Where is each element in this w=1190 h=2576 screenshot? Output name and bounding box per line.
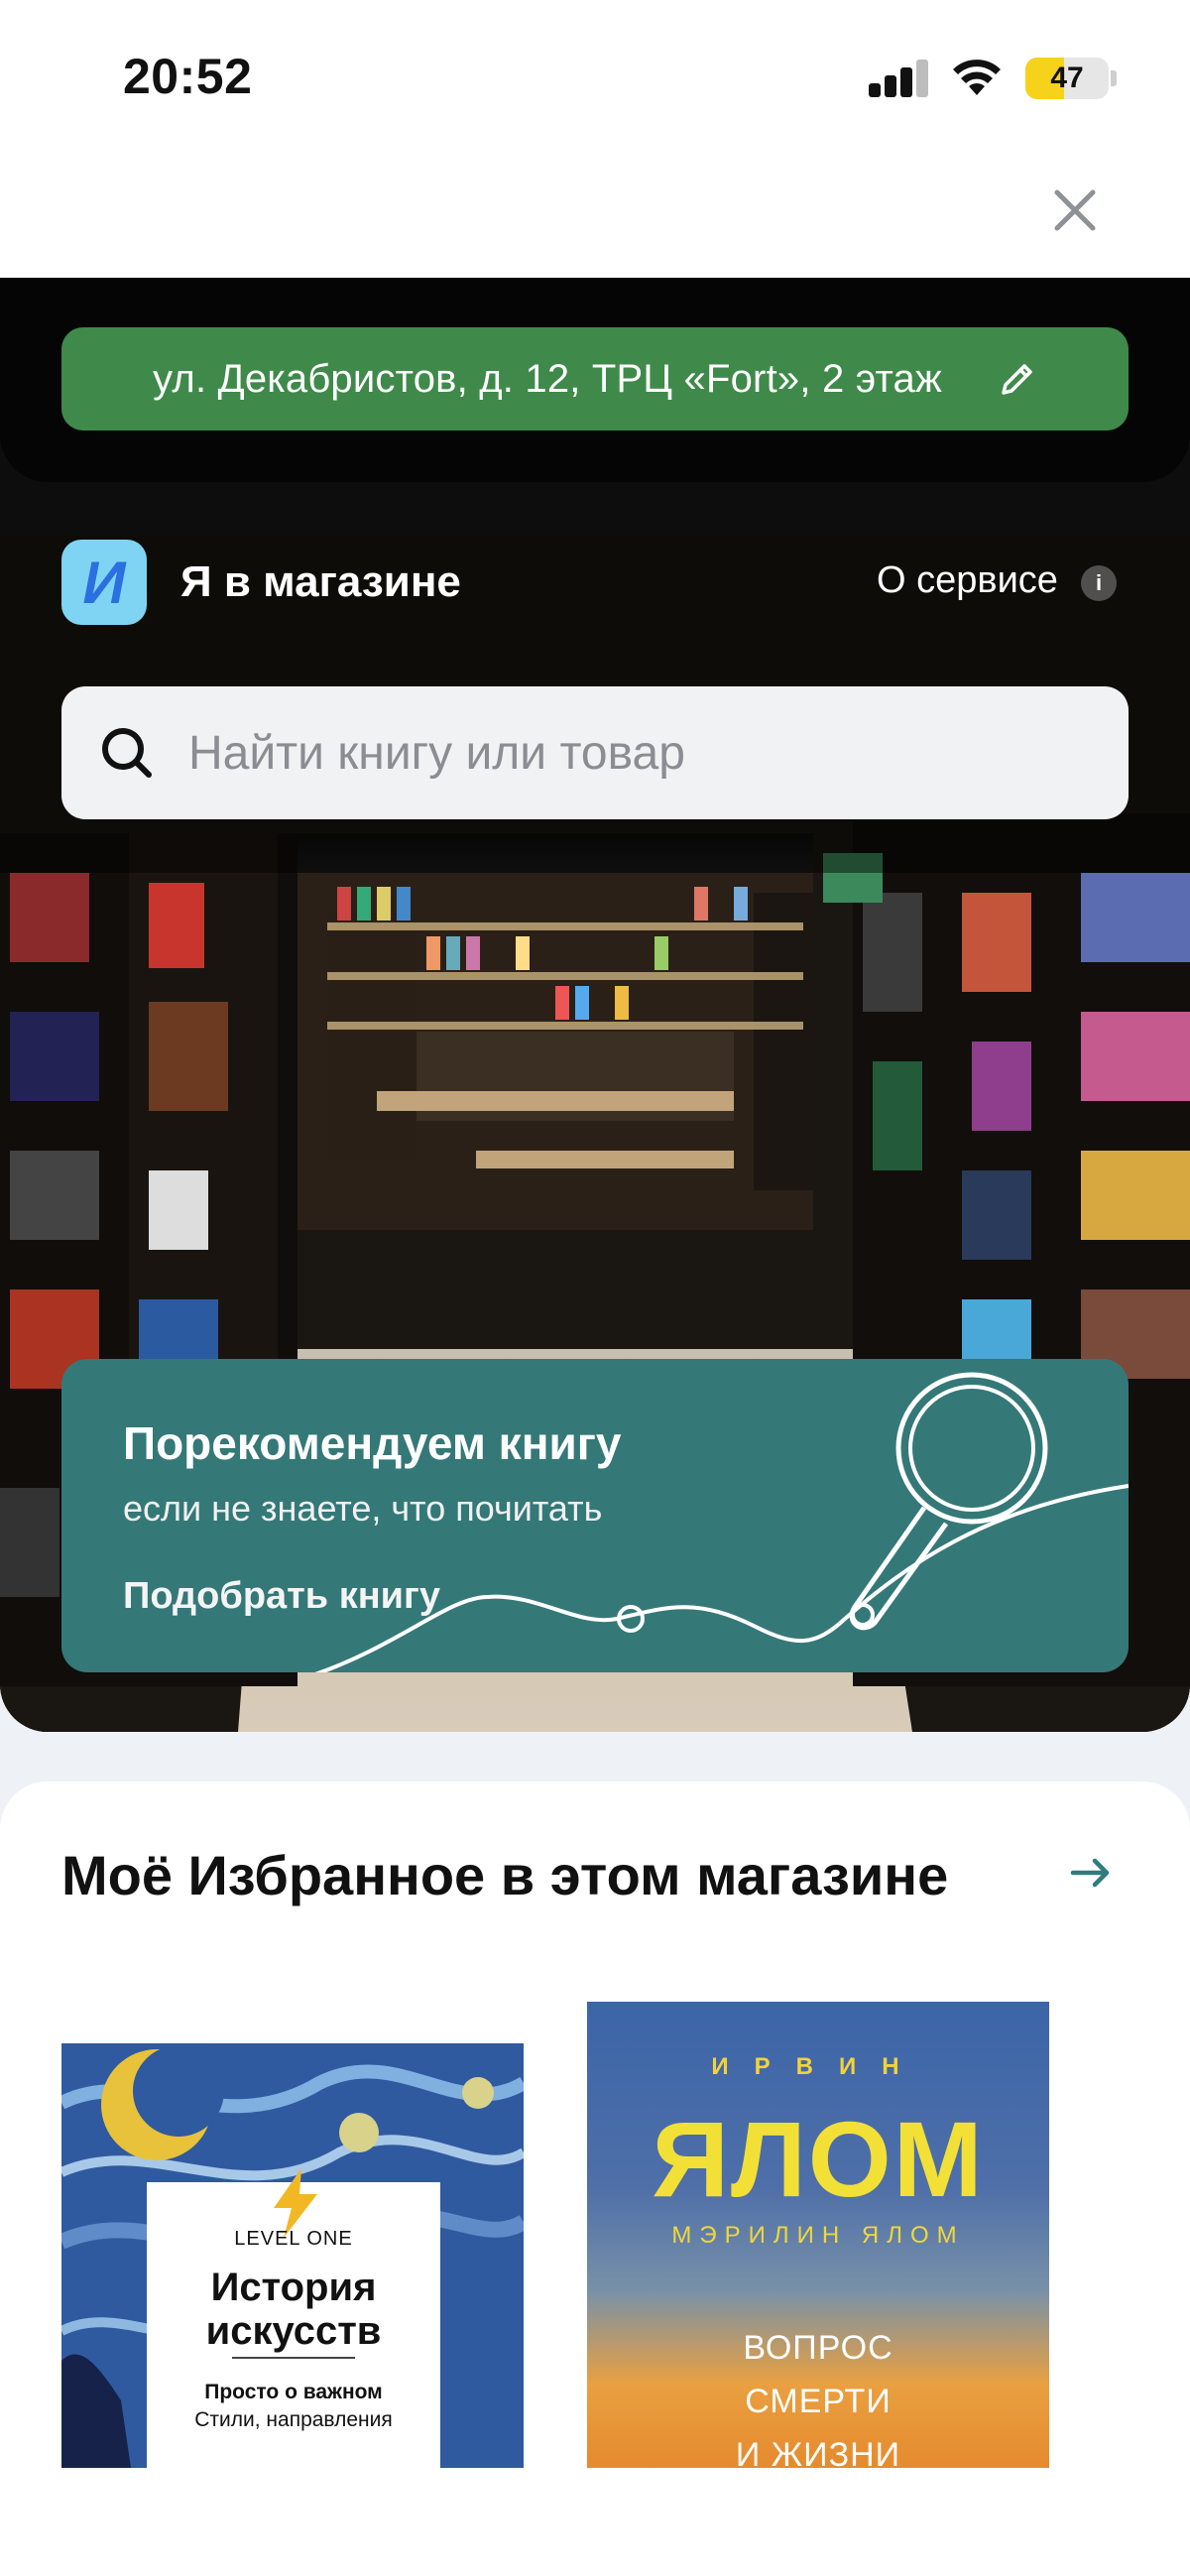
divider [232, 2357, 355, 2359]
pencil-icon [1002, 364, 1032, 395]
promo-title: Порекомендуем книгу [123, 1417, 622, 1469]
book-subtitle-line-3: И ЖИЗНИ [735, 2436, 901, 2468]
search-icon [102, 728, 152, 778]
close-icon[interactable] [1043, 179, 1107, 242]
store-address-button[interactable]: ул. Декабристов, д. 12, ТРЦ «Fort», 2 эт… [61, 327, 1129, 430]
battery-level: 47 [1050, 61, 1084, 94]
signal-icon [869, 60, 930, 97]
pick-book-link[interactable]: Подобрать книгу [123, 1575, 440, 1618]
store-logo-letter: И [82, 549, 126, 616]
battery-nub [1111, 70, 1117, 86]
app-screen: 20:52 47 ул. Декабристов, д. 12, ТРЦ «Fo… [0, 0, 1190, 2576]
book-title-line-1: История [210, 2266, 377, 2309]
store-address: ул. Декабристов, д. 12, ТРЦ «Fort», 2 эт… [153, 356, 942, 401]
store-hero: ул. Декабристов, д. 12, ТРЦ «Fort», 2 эт… [0, 278, 1190, 1732]
top-bar [0, 149, 1190, 278]
wifi-icon [953, 60, 1001, 95]
arrow-right-icon[interactable] [1069, 1851, 1113, 1895]
book-title: История искусств [147, 2266, 440, 2353]
book-cover-yalom[interactable]: ИРВИН ЯЛОМ МЭРИЛИН ЯЛОМ ВОПРОС СМЕРТИ И … [587, 2002, 1049, 2468]
book-cover-label: LEVEL ONE История искусств Просто о важн… [147, 2168, 440, 2468]
address-panel: ул. Декабристов, д. 12, ТРЦ «Fort», 2 эт… [0, 278, 1190, 482]
status-bar: 20:52 47 [0, 0, 1190, 149]
store-logo: И [61, 540, 147, 625]
book-subtitle-2: Стили, направления [194, 2408, 393, 2431]
info-icon[interactable]: i [1081, 565, 1117, 601]
recommend-book-card[interactable]: Порекомендуем книгу если не знаете, что … [61, 1359, 1129, 1672]
battery-icon: 47 [1025, 58, 1109, 99]
favorites-title: Моё Избранное в этом магазине [61, 1844, 949, 1906]
book-subtitle: Просто о важном [204, 2381, 383, 2403]
book-author: ИРВИН [711, 2053, 925, 2080]
status-time: 20:52 [123, 49, 253, 104]
promo-subtitle: если не знаете, что почитать [123, 1488, 603, 1529]
store-mode-title: Я в магазине [180, 557, 461, 606]
book-coauthor: МЭРИЛИН ЯЛОМ [671, 2222, 965, 2249]
book-subtitle-line-1: ВОПРОС [743, 2329, 893, 2367]
book-cover-art-history[interactable]: LEVEL ONE История искусств Просто о важн… [61, 2043, 524, 2468]
book-title-line-2: искусств [205, 2309, 382, 2353]
book-subtitle-line-2: СМЕРТИ [745, 2383, 892, 2420]
favorites-section: Моё Избранное в этом магазине LEVEL ONE … [0, 1781, 1190, 2576]
search-input[interactable] [188, 725, 1061, 781]
about-service-link[interactable]: О сервисе [877, 559, 1058, 602]
book-title: ЯЛОМ [652, 2099, 985, 2219]
search-bar[interactable] [61, 686, 1129, 819]
book-series: LEVEL ONE [234, 2228, 353, 2250]
